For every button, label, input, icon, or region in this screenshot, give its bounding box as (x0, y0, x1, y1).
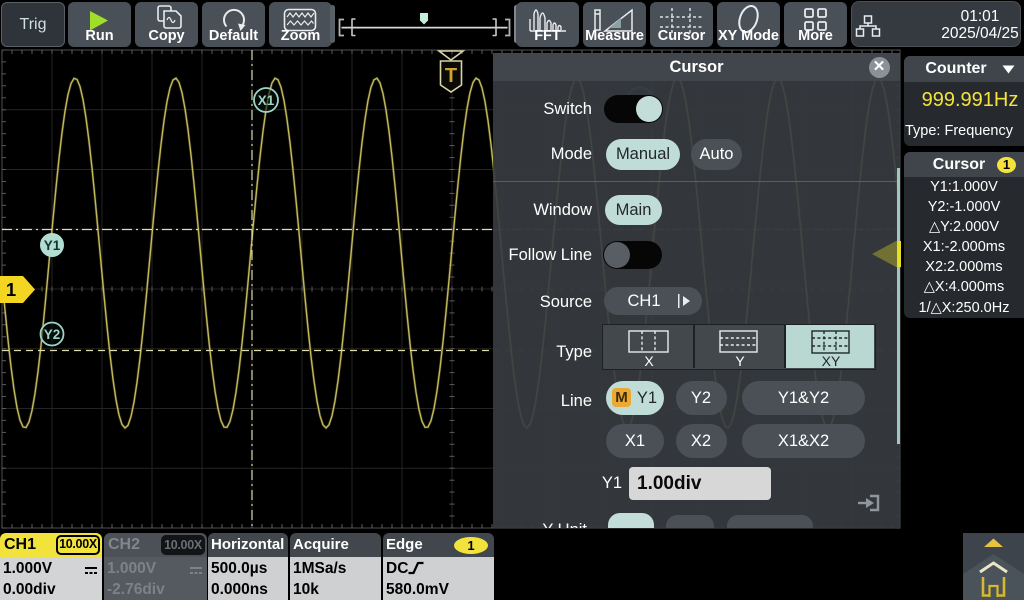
svg-text:T: T (445, 65, 457, 87)
svg-text:Y: Y (735, 353, 745, 368)
svg-text:Y1: Y1 (44, 238, 61, 253)
svg-text:1: 1 (6, 279, 16, 300)
svg-text:X: X (644, 353, 654, 368)
svg-text:X1: X1 (258, 93, 275, 108)
svg-text:Y2: Y2 (44, 327, 61, 342)
svg-text:XY: XY (822, 353, 841, 368)
